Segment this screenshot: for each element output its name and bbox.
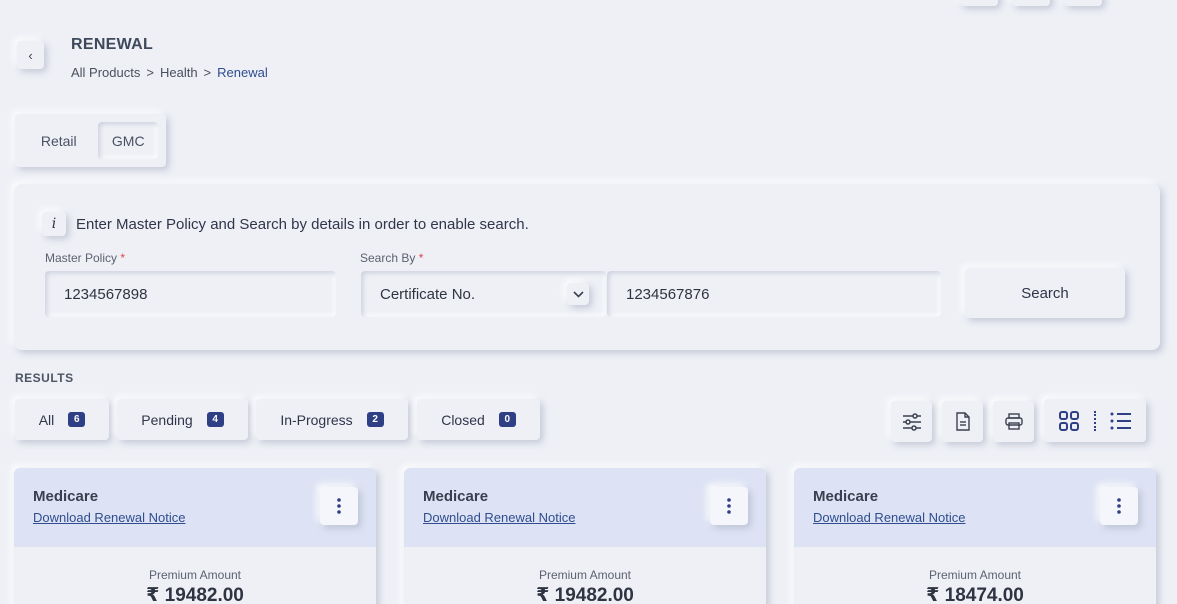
count-badge: 0 bbox=[498, 412, 516, 427]
search-panel: i Enter Master Policy and Search by deta… bbox=[14, 184, 1160, 350]
premium-amount: ₹ 19482.00 bbox=[536, 585, 634, 604]
segment-control: Retail GMC bbox=[15, 114, 166, 167]
count-badge: 4 bbox=[206, 412, 224, 427]
card-title: Medicare bbox=[33, 488, 99, 505]
breadcrumb-item-all-products[interactable]: All Products bbox=[71, 65, 140, 80]
result-card: Medicare Download Renewal Notice Premium… bbox=[404, 468, 766, 604]
result-card: Medicare Download Renewal Notice Premium… bbox=[14, 468, 376, 604]
list-view-icon bbox=[1110, 412, 1131, 429]
filter-label: All bbox=[38, 411, 55, 428]
grid-view-button[interactable] bbox=[1044, 399, 1094, 442]
download-renewal-notice-link[interactable]: Download Renewal Notice bbox=[813, 510, 965, 525]
grid-view-icon bbox=[1059, 410, 1079, 431]
filter-label: In-Progress bbox=[280, 411, 353, 428]
card-header: Medicare Download Renewal Notice bbox=[404, 468, 766, 547]
search-value-input[interactable]: 1234567876 bbox=[607, 271, 941, 317]
filter-in-progress[interactable]: In-Progress 2 bbox=[256, 399, 408, 440]
more-vertical-icon bbox=[727, 498, 731, 514]
export-button[interactable] bbox=[942, 401, 983, 442]
card-title: Medicare bbox=[813, 488, 879, 505]
breadcrumb-separator: > bbox=[146, 65, 154, 80]
premium-amount: ₹ 18474.00 bbox=[926, 585, 1024, 604]
chevron-left-icon: ‹ bbox=[28, 47, 33, 63]
count-badge: 2 bbox=[366, 412, 384, 427]
result-card: Medicare Download Renewal Notice Premium… bbox=[794, 468, 1156, 604]
back-button[interactable]: ‹ bbox=[17, 41, 44, 69]
breadcrumb-separator: > bbox=[203, 65, 212, 80]
export-document-icon bbox=[955, 412, 970, 431]
filter-label: Closed bbox=[441, 411, 485, 428]
card-menu-button[interactable] bbox=[710, 487, 748, 525]
master-policy-label: Master Policy * bbox=[45, 251, 126, 265]
search-by-select[interactable]: Certificate No. bbox=[361, 271, 606, 317]
premium-amount: ₹ 19482.00 bbox=[146, 585, 244, 604]
print-button[interactable] bbox=[993, 401, 1034, 442]
card-menu-button[interactable] bbox=[1100, 487, 1138, 525]
premium-label: Premium Amount bbox=[148, 568, 242, 582]
search-by-label: Search By * bbox=[360, 251, 424, 265]
info-icon: i bbox=[42, 212, 66, 236]
printer-icon bbox=[1004, 413, 1023, 430]
breadcrumb-item-health[interactable]: Health bbox=[160, 65, 198, 80]
filter-settings-button[interactable] bbox=[891, 401, 932, 442]
info-row: i Enter Master Policy and Search by deta… bbox=[42, 212, 529, 236]
search-by-value: Certificate No. bbox=[380, 285, 476, 303]
count-badge: 6 bbox=[68, 412, 86, 427]
search-value: 1234567876 bbox=[626, 285, 710, 303]
breadcrumb: All Products > Health > Renewal bbox=[71, 65, 268, 80]
page-title: RENEWAL bbox=[71, 36, 154, 53]
results-label: RESULTS bbox=[15, 371, 74, 385]
sliders-icon bbox=[902, 412, 921, 431]
card-title: Medicare bbox=[423, 488, 489, 505]
more-vertical-icon bbox=[337, 498, 341, 514]
card-header: Medicare Download Renewal Notice bbox=[794, 468, 1156, 547]
filter-closed[interactable]: Closed 0 bbox=[417, 399, 540, 440]
more-vertical-icon bbox=[1117, 498, 1121, 514]
download-renewal-notice-link[interactable]: Download Renewal Notice bbox=[33, 510, 185, 525]
list-view-button[interactable] bbox=[1096, 399, 1146, 442]
premium-label: Premium Amount bbox=[928, 568, 1022, 582]
premium-label: Premium Amount bbox=[538, 568, 632, 582]
filter-pending[interactable]: Pending 4 bbox=[117, 399, 248, 440]
search-button[interactable]: Search bbox=[965, 268, 1125, 318]
card-menu-button[interactable] bbox=[320, 487, 358, 525]
top-toolbar-stubs bbox=[960, 0, 1102, 6]
card-header: Medicare Download Renewal Notice bbox=[14, 468, 376, 547]
chevron-down-icon[interactable] bbox=[567, 283, 589, 305]
view-toggle bbox=[1044, 399, 1146, 442]
segment-retail[interactable]: Retail bbox=[23, 122, 94, 159]
breadcrumb-item-renewal: Renewal bbox=[217, 65, 268, 80]
segment-gmc[interactable]: GMC bbox=[98, 122, 158, 159]
master-policy-input[interactable]: 1234567898 bbox=[45, 271, 336, 317]
download-renewal-notice-link[interactable]: Download Renewal Notice bbox=[423, 510, 575, 525]
info-text: Enter Master Policy and Search by detail… bbox=[76, 215, 529, 233]
top-stub bbox=[960, 0, 998, 6]
top-stub bbox=[1012, 0, 1050, 6]
top-stub bbox=[1064, 0, 1102, 6]
filter-label: Pending bbox=[141, 411, 193, 428]
master-policy-value: 1234567898 bbox=[64, 285, 148, 303]
filter-all[interactable]: All 6 bbox=[15, 399, 109, 440]
